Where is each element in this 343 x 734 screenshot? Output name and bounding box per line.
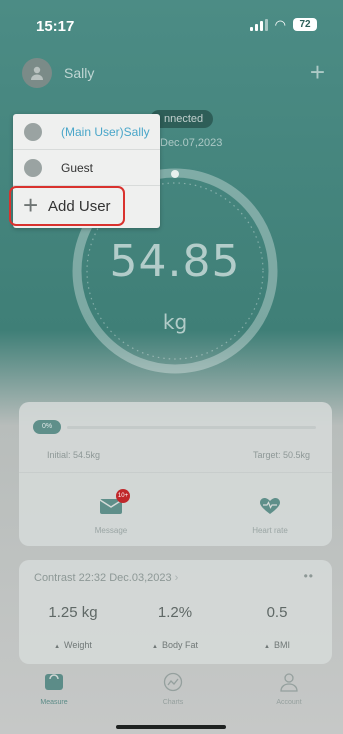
user-menu-item-label: Guest (61, 161, 94, 175)
message-tile[interactable]: 10+ Message (61, 489, 161, 535)
nav-charts-label: Charts (162, 699, 184, 706)
heart-icon (258, 497, 282, 515)
goal-progress-pill: 0% (33, 420, 61, 434)
triangle-up-icon: ▲ (54, 644, 61, 650)
header: Sally + (0, 58, 343, 92)
weight-unit: kg (162, 310, 188, 334)
highlight-box (9, 186, 125, 226)
account-icon (249, 671, 329, 693)
page-dots-icon: •• (303, 569, 314, 583)
contrast-title-text: Contrast 22:32 Dec.03,2023 (34, 572, 172, 584)
goal-card: 0% Initial: 54.5kg Target: 50.5kg 10+ Me… (19, 402, 332, 546)
app-screen: 15:17 ◠ 72 Sally + nnected Dec.07,2023 5… (0, 0, 343, 734)
target-weight: Target: 50.5kg (252, 450, 310, 460)
avatar (24, 159, 42, 177)
message-badge: 10+ (116, 489, 130, 503)
wifi-icon: ◠ (274, 16, 286, 32)
contrast-card: Contrast 22:32 Dec.03,2023 › •• 1.25 kg … (19, 560, 332, 664)
metric-bmi-value: 0.5 (266, 604, 288, 621)
user-avatar[interactable] (22, 58, 52, 88)
heart-rate-tile[interactable]: Heart rate (220, 497, 320, 535)
metric-weight-value: 1.25 kg (48, 604, 98, 621)
initial-weight: Initial: 54.5kg (47, 450, 101, 460)
triangle-up-icon: ▲ (152, 644, 158, 650)
status-icons: ◠ 72 (249, 16, 317, 32)
nav-measure[interactable]: Measure (14, 671, 94, 706)
message-label: Message (94, 526, 128, 535)
metric-body-fat-label: Body Fat (161, 640, 198, 650)
nav-charts[interactable]: Charts (133, 671, 213, 706)
nav-account-label: Account (276, 699, 302, 706)
current-user-name[interactable]: Sally (64, 65, 94, 81)
status-bar: 15:17 ◠ 72 (0, 0, 343, 52)
chevron-right-icon: › (174, 572, 179, 584)
user-icon (31, 66, 43, 80)
status-time: 15:17 (36, 18, 75, 35)
nav-measure-label: Measure (40, 699, 68, 706)
user-menu-item-main[interactable]: (Main User)Sally (13, 114, 160, 150)
battery-icon: 72 (293, 18, 317, 31)
measure-date: Dec.07,2023 (160, 137, 223, 149)
metric-weight-label: Weight (64, 640, 92, 650)
triangle-up-icon: ▲ (264, 644, 270, 650)
nav-account[interactable]: Account (249, 671, 329, 706)
metric-weight: 1.25 kg ▲ Weight (21, 604, 125, 650)
scale-icon (14, 671, 94, 693)
avatar (24, 123, 42, 141)
heart-rate-label: Heart rate (252, 526, 288, 535)
weight-value: 54.85 (109, 236, 241, 287)
signal-icon (249, 18, 268, 31)
charts-icon (133, 671, 213, 693)
add-device-icon[interactable]: + (310, 58, 325, 86)
goal-progress-bar (67, 426, 316, 429)
metric-body-fat-value: 1.2% (157, 604, 193, 621)
metric-body-fat: 1.2% ▲ Body Fat (123, 604, 227, 650)
metric-bmi: 0.5 ▲ BMI (225, 604, 329, 650)
message-icon: 10+ (99, 489, 130, 515)
contrast-title[interactable]: Contrast 22:32 Dec.03,2023 › (34, 572, 178, 584)
user-menu-item-guest[interactable]: Guest (13, 150, 160, 186)
user-menu-item-label: (Main User)Sally (61, 125, 150, 139)
divider (19, 472, 332, 473)
metric-bmi-label: BMI (273, 640, 290, 650)
home-indicator (116, 725, 226, 729)
